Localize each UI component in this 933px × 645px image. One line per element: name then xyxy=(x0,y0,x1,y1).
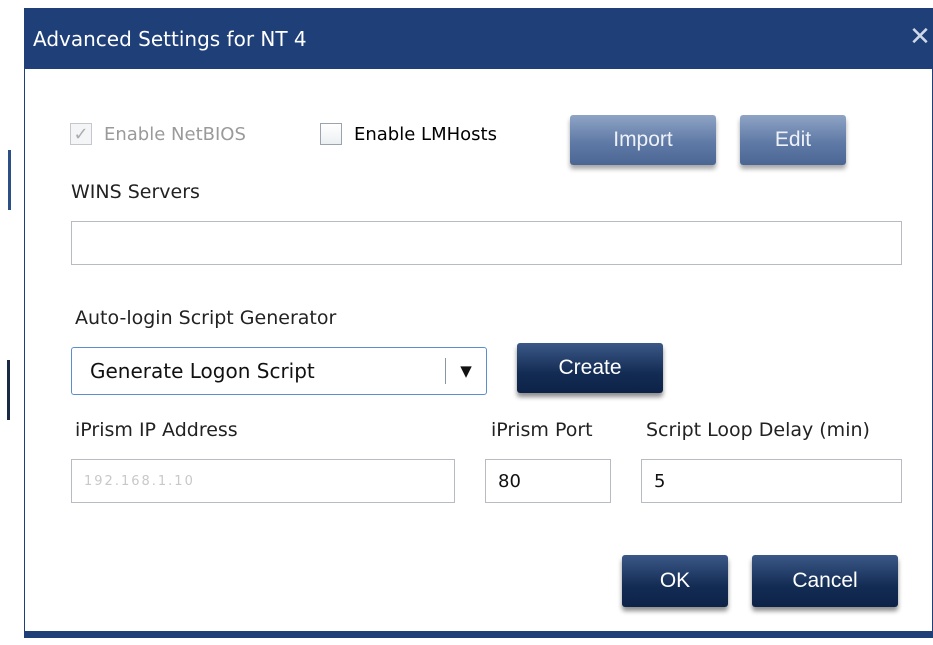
background-window-mark xyxy=(7,360,10,420)
script-loop-delay-label: Script Loop Delay (min) xyxy=(646,419,870,441)
iprism-ip-input[interactable]: 192.168.1.10 xyxy=(71,459,455,503)
dialog-bottom-border xyxy=(25,631,932,637)
close-icon[interactable]: ✕ xyxy=(906,23,933,51)
enable-netbios-checkbox[interactable]: ✓ Enable NetBIOS xyxy=(70,123,246,145)
script-loop-delay-input[interactable]: 5 xyxy=(641,459,902,503)
autologin-section-label: Auto-login Script Generator xyxy=(75,307,337,329)
chevron-down-icon[interactable]: ▼ xyxy=(446,362,486,380)
enable-lmhosts-checkbox[interactable]: Enable LMHosts xyxy=(320,123,497,145)
enable-netbios-label: Enable NetBIOS xyxy=(104,123,246,145)
background-window-mark xyxy=(8,150,11,210)
enable-lmhosts-label: Enable LMHosts xyxy=(354,123,497,145)
import-button[interactable]: Import xyxy=(570,115,716,165)
iprism-ip-label: iPrism IP Address xyxy=(75,419,238,441)
title-bar: Advanced Settings for NT 4 ✕ xyxy=(25,9,932,69)
dropdown-selected-value: Generate Logon Script xyxy=(90,359,315,383)
iprism-port-input[interactable]: 80 xyxy=(485,459,611,503)
advanced-settings-dialog: Advanced Settings for NT 4 ✕ ✓ Enable Ne… xyxy=(24,8,933,638)
dialog-title: Advanced Settings for NT 4 xyxy=(33,27,307,51)
script-type-dropdown[interactable]: Generate Logon Script ▼ xyxy=(71,347,487,395)
wins-servers-label: WINS Servers xyxy=(71,181,200,203)
create-button[interactable]: Create xyxy=(517,343,663,393)
iprism-port-label: iPrism Port xyxy=(491,419,593,441)
background-window-edge xyxy=(0,0,24,645)
checkbox-box xyxy=(320,123,342,145)
cancel-button[interactable]: Cancel xyxy=(752,555,898,607)
wins-servers-input[interactable] xyxy=(71,221,902,265)
edit-button[interactable]: Edit xyxy=(740,115,846,165)
checkmark-icon: ✓ xyxy=(70,123,92,145)
ok-button[interactable]: OK xyxy=(622,555,728,607)
